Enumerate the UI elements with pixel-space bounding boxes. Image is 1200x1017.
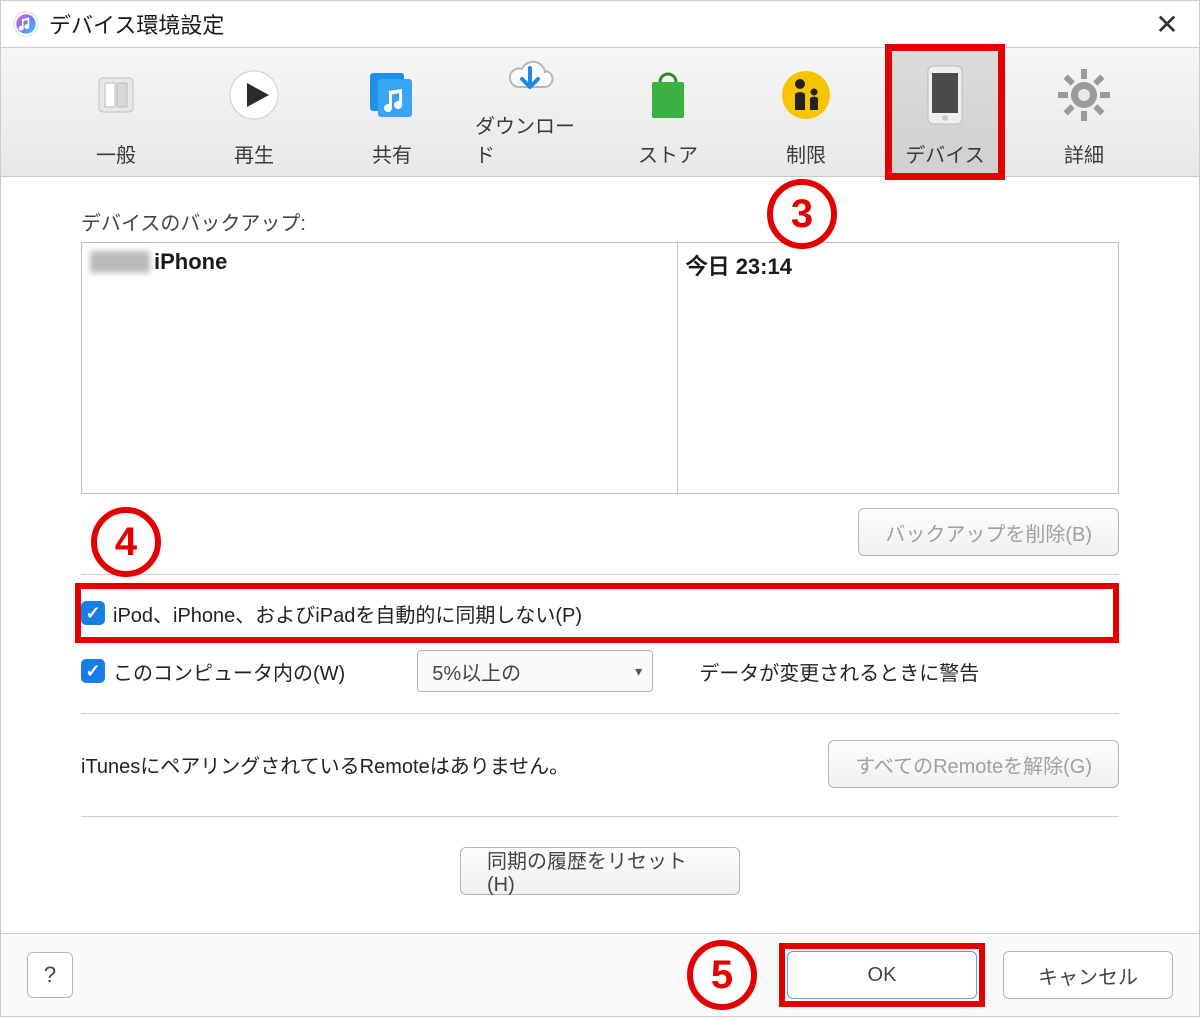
select-value: 5%以上の	[432, 657, 521, 686]
tab-label: 詳細	[1064, 139, 1104, 168]
annotation-5: 5	[687, 940, 757, 1010]
help-button[interactable]: ?	[27, 952, 73, 998]
checkbox-prevent-sync[interactable]	[81, 601, 105, 625]
ok-button[interactable]: OK	[787, 951, 977, 999]
chevron-down-icon: ▾	[635, 663, 642, 680]
tab-restrictions[interactable]: 制限	[751, 48, 861, 176]
remote-status-text: iTunesにペアリングされているRemoteはありません。	[81, 750, 569, 779]
prevent-sync-label: iPod、iPhone、およびiPadを自動的に同期しない(P)	[113, 599, 582, 628]
delete-backup-button[interactable]: バックアップを削除(B)	[858, 508, 1119, 556]
cancel-button[interactable]: キャンセル	[1003, 951, 1173, 999]
close-button[interactable]: ✕	[1147, 4, 1187, 44]
phone-icon	[925, 59, 965, 131]
tab-label: デバイス	[905, 139, 984, 168]
button-label: OK	[868, 964, 897, 987]
threshold-select[interactable]: 5%以上の ▾	[417, 650, 653, 692]
backup-row-device[interactable]: iPhone	[82, 243, 677, 281]
tab-label: ストア	[638, 139, 698, 168]
itunes-icon	[13, 11, 39, 37]
titlebar: デバイス環境設定 ✕	[1, 1, 1199, 47]
warn-change-row: このコンピュータ内の(W) 5%以上の ▾ データが変更されるときに警告	[81, 651, 1119, 691]
tab-downloads[interactable]: ダウンロード	[475, 48, 585, 176]
ok-highlight: OK	[779, 943, 985, 1007]
blurred-prefix	[90, 251, 150, 273]
cloud-download-icon	[500, 48, 560, 102]
button-label: すべてのRemoteを解除(G)	[855, 750, 1092, 779]
button-label: 同期の履歴をリセット(H)	[487, 845, 713, 897]
switch-icon	[91, 59, 141, 131]
tab-label: 一般	[96, 139, 136, 168]
help-icon: ?	[44, 962, 56, 988]
warn-cb-label: このコンピュータ内の(W)	[113, 657, 345, 686]
dialog-window: デバイス環境設定 ✕ 一般 再生	[0, 0, 1200, 1017]
preferences-toolbar: 一般 再生 共有	[1, 47, 1199, 177]
gear-icon	[1056, 59, 1112, 131]
button-label: キャンセル	[1038, 961, 1138, 990]
checkbox-warn-change[interactable]	[81, 659, 105, 683]
divider	[81, 713, 1119, 714]
backup-section-label: デバイスのバックアップ:	[81, 207, 1119, 236]
divider	[81, 816, 1119, 817]
backup-row-time: 今日 23:14	[678, 243, 1118, 287]
tab-label: 共有	[372, 139, 412, 168]
backup-device-name: iPhone	[154, 249, 227, 275]
dialog-footer: ? 5 OK キャンセル	[1, 933, 1199, 1016]
prevent-auto-sync-row[interactable]: iPod、iPhone、およびiPadを自動的に同期しない(P)	[81, 593, 1105, 633]
tab-devices[interactable]: デバイス	[889, 48, 1001, 176]
music-files-icon	[364, 59, 420, 131]
tab-label: 再生	[234, 139, 274, 168]
tab-store[interactable]: ストア	[613, 48, 723, 176]
tab-label: 制限	[786, 139, 826, 168]
forget-remotes-button[interactable]: すべてのRemoteを解除(G)	[828, 740, 1119, 788]
tab-playback[interactable]: 再生	[199, 48, 309, 176]
bag-icon	[644, 59, 692, 131]
content-area: デバイスのバックアップ: iPhone 今日 23:14 バックアップを削除(B…	[1, 177, 1199, 933]
backup-list[interactable]: iPhone 今日 23:14	[81, 242, 1119, 494]
backup-time: 今日 23:14	[686, 249, 792, 281]
parental-icon	[779, 59, 833, 131]
tab-label: ダウンロード	[475, 110, 585, 168]
close-icon: ✕	[1155, 8, 1178, 41]
tab-general[interactable]: 一般	[61, 48, 171, 176]
tab-sharing[interactable]: 共有	[337, 48, 447, 176]
reset-sync-history-button[interactable]: 同期の履歴をリセット(H)	[460, 847, 740, 895]
annotation-3: 3	[767, 179, 837, 249]
button-label: バックアップを削除(B)	[885, 518, 1092, 547]
play-icon	[227, 59, 281, 131]
divider	[81, 574, 1119, 575]
window-title: デバイス環境設定	[49, 8, 224, 40]
warn-suffix-label: データが変更されるときに警告	[699, 657, 979, 686]
tab-advanced[interactable]: 詳細	[1029, 48, 1139, 176]
annotation-4: 4	[91, 507, 161, 577]
